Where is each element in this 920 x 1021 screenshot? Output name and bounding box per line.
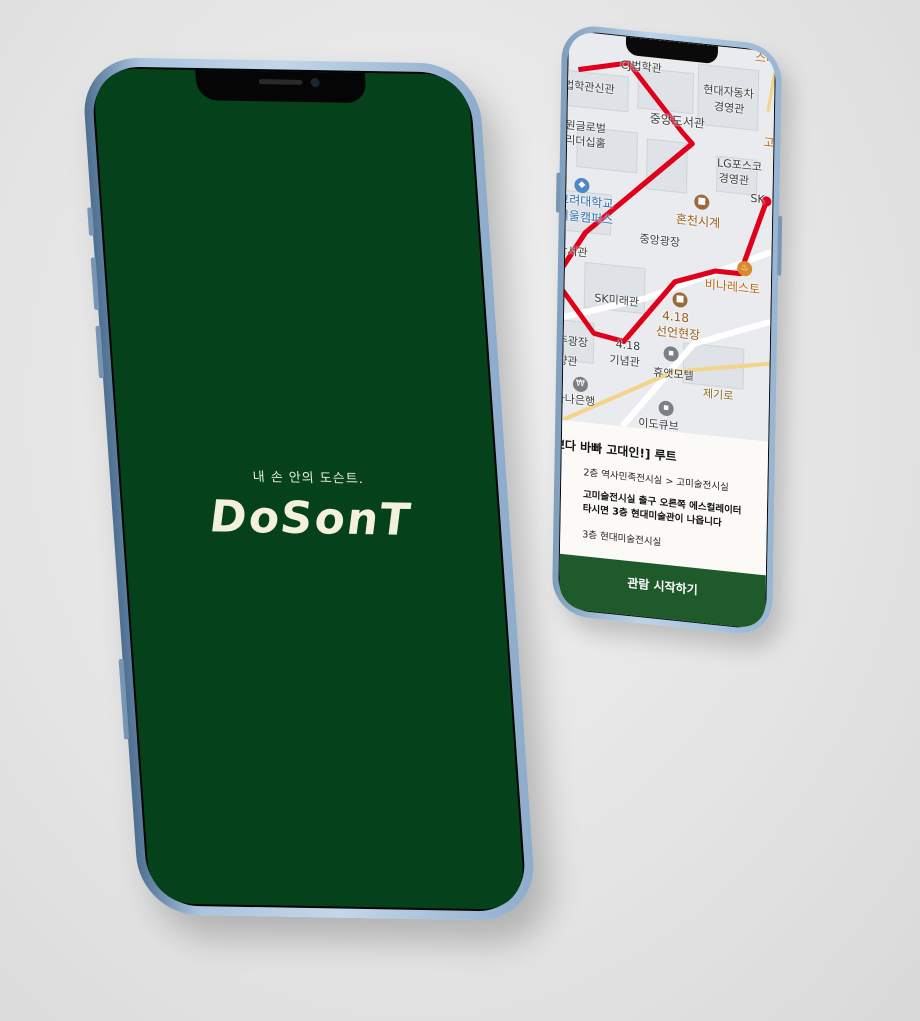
map-label-ginyeom: 기념관 [609,352,640,370]
side-button [118,659,130,740]
splash-screen: 내 손 안의 도슨트. DoSonT [92,68,526,910]
front-camera [310,78,320,88]
map-label-mgmt2: 경영관 [718,171,750,188]
mockup-stage: CJ법학관 법학관신관 현대자동차 경영관 중앙도서관 원글로벌 리더십홀 LG… [0,0,920,1021]
map-label-mgmt: 경영관 [713,99,745,117]
route-title: 쁘다 바빠 고대인!] 루트 [558,437,677,465]
app-tagline: 내 손 안의 도슨트. [252,469,365,487]
map-screen: CJ법학관 법학관신관 현대자동차 경영관 중앙도서관 원글로벌 리더십홀 LG… [558,30,776,630]
volume-up-button [90,257,100,310]
map-label-jegiro: 제기로 [702,386,734,403]
volume-button [555,172,561,213]
map-label-sta: 스타 [754,50,776,67]
speaker-grille [258,79,303,85]
map-label-sk2: SK [750,191,765,207]
route-panel: 쁘다 바빠 고대인!] 루트 2층 역사민족전시실 > 고미술전시실 고미술전시… [558,420,769,576]
phone-splash-device: 내 손 안의 도슨트. DoSonT [80,56,538,922]
volume-down-button [95,325,105,379]
route-map[interactable]: CJ법학관 법학관신관 현대자동차 경영관 중앙도서관 원글로벌 리더십홀 LG… [558,30,776,442]
power-button [777,215,783,276]
route-step-2: 3층 현대미술전시실 [582,529,662,549]
mute-switch [87,207,95,236]
phone-notch [195,69,367,104]
route-direction: 고미술전시실 출구 오른쪽 에스컬레이터 타시면 3층 현대미술관이 나옵니다 [583,488,742,533]
phone-map-device: CJ법학관 법학관신관 현대자동차 경영관 중앙도서관 원글로벌 리더십홀 LG… [551,22,783,638]
route-step-1: 2층 역사민족전시실 > 고미술전시실 [583,467,729,494]
map-label-go: 고 [763,135,775,151]
map-label-jugw: 주광장 [558,333,589,350]
map-label-418b: 4.18 [615,337,641,354]
app-logo: DoSonT [208,491,414,546]
